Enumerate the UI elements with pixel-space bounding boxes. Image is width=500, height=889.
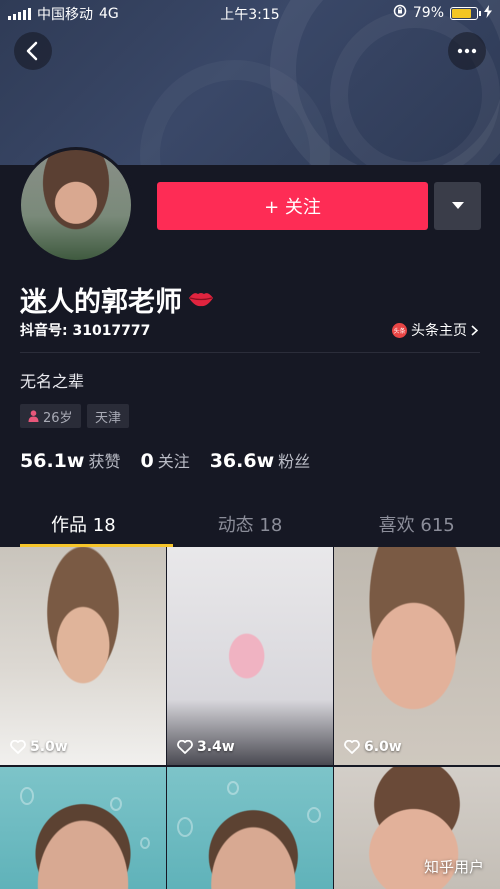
- video-thumbnail[interactable]: 3.4w: [167, 547, 333, 765]
- caret-down-icon: [451, 202, 464, 209]
- toutiao-link-label: 头条主页: [411, 323, 467, 339]
- toutiao-icon: 头条: [392, 322, 407, 338]
- water-drop-decoration: [110, 797, 122, 811]
- water-drop-decoration: [20, 787, 34, 805]
- water-drop-decoration: [140, 837, 150, 849]
- tab-likes[interactable]: 喜欢 615: [333, 505, 500, 547]
- likes-count: 3.4w: [197, 739, 235, 755]
- heart-icon: [344, 740, 360, 754]
- age-tag: 26岁: [20, 404, 81, 428]
- stat-value: 36.6w: [209, 450, 275, 472]
- video-thumbnail[interactable]: [0, 767, 166, 889]
- battery-icon: [450, 6, 481, 20]
- divider: [20, 352, 480, 353]
- water-drop-decoration: [177, 817, 193, 837]
- back-button[interactable]: [14, 32, 52, 70]
- video-thumbnail[interactable]: 5.0w: [0, 547, 166, 765]
- profile-name-text: 迷人的郭老师: [20, 287, 182, 318]
- stat-label: 关注: [157, 452, 190, 471]
- video-grid: 5.0w 3.4w 6.0w: [0, 547, 500, 889]
- follow-button[interactable]: + 关注: [157, 182, 428, 230]
- douyin-id: 抖音号: 31017777: [20, 323, 151, 339]
- video-likes: 5.0w: [10, 739, 68, 755]
- bio: 无名之辈: [20, 372, 85, 391]
- video-thumbnail[interactable]: [167, 767, 333, 889]
- follow-label: + 关注: [264, 197, 321, 218]
- video-likes: 3.4w: [177, 739, 235, 755]
- female-icon: [28, 410, 39, 422]
- stat-following[interactable]: 0 关注: [140, 448, 189, 472]
- video-likes: 6.0w: [344, 739, 402, 755]
- city-text: 天津: [95, 410, 122, 426]
- likes-count: 6.0w: [364, 739, 402, 755]
- stat-label: 粉丝: [278, 452, 311, 471]
- status-bar: 中国移动 4G 上午3:15 79%: [0, 0, 500, 26]
- chevron-right-icon: [471, 324, 478, 336]
- profile-name: 迷人的郭老师: [20, 280, 214, 319]
- tab-moments[interactable]: 动态 18: [167, 505, 334, 547]
- heart-icon: [177, 740, 193, 754]
- lips-icon: [188, 284, 214, 315]
- charging-icon: [484, 4, 492, 22]
- toutiao-homepage-link[interactable]: 头条 头条主页: [392, 320, 478, 340]
- clock: 上午3:15: [220, 7, 280, 23]
- stat-value: 56.1w: [20, 450, 85, 472]
- chevron-left-icon: [26, 41, 38, 61]
- water-drop-decoration: [307, 807, 321, 823]
- more-icon: [457, 48, 477, 54]
- tab-works[interactable]: 作品 18: [0, 505, 173, 547]
- stat-likes[interactable]: 56.1w 获赞: [20, 448, 120, 472]
- stat-followers[interactable]: 36.6w 粉丝: [210, 448, 310, 472]
- likes-count: 5.0w: [30, 739, 68, 755]
- content-tabs: 作品 18 动态 18 喜欢 615: [0, 505, 500, 547]
- battery-percent: 79%: [412, 5, 444, 21]
- video-thumbnail[interactable]: 6.0w: [334, 547, 500, 765]
- profile-stats: 56.1w 获赞 0 关注 36.6w 粉丝: [20, 448, 310, 472]
- avatar[interactable]: [18, 147, 134, 263]
- city-tag: 天津: [87, 404, 130, 428]
- rotation-lock-icon: [393, 4, 407, 22]
- watermark: 知乎用户: [423, 858, 484, 876]
- heart-icon: [10, 740, 26, 754]
- age-text: 26岁: [43, 410, 73, 426]
- stat-value: 0: [140, 450, 154, 472]
- more-options-button[interactable]: [448, 32, 486, 70]
- recommend-dropdown-button[interactable]: [434, 182, 481, 230]
- stat-label: 获赞: [88, 452, 121, 471]
- water-drop-decoration: [227, 781, 239, 795]
